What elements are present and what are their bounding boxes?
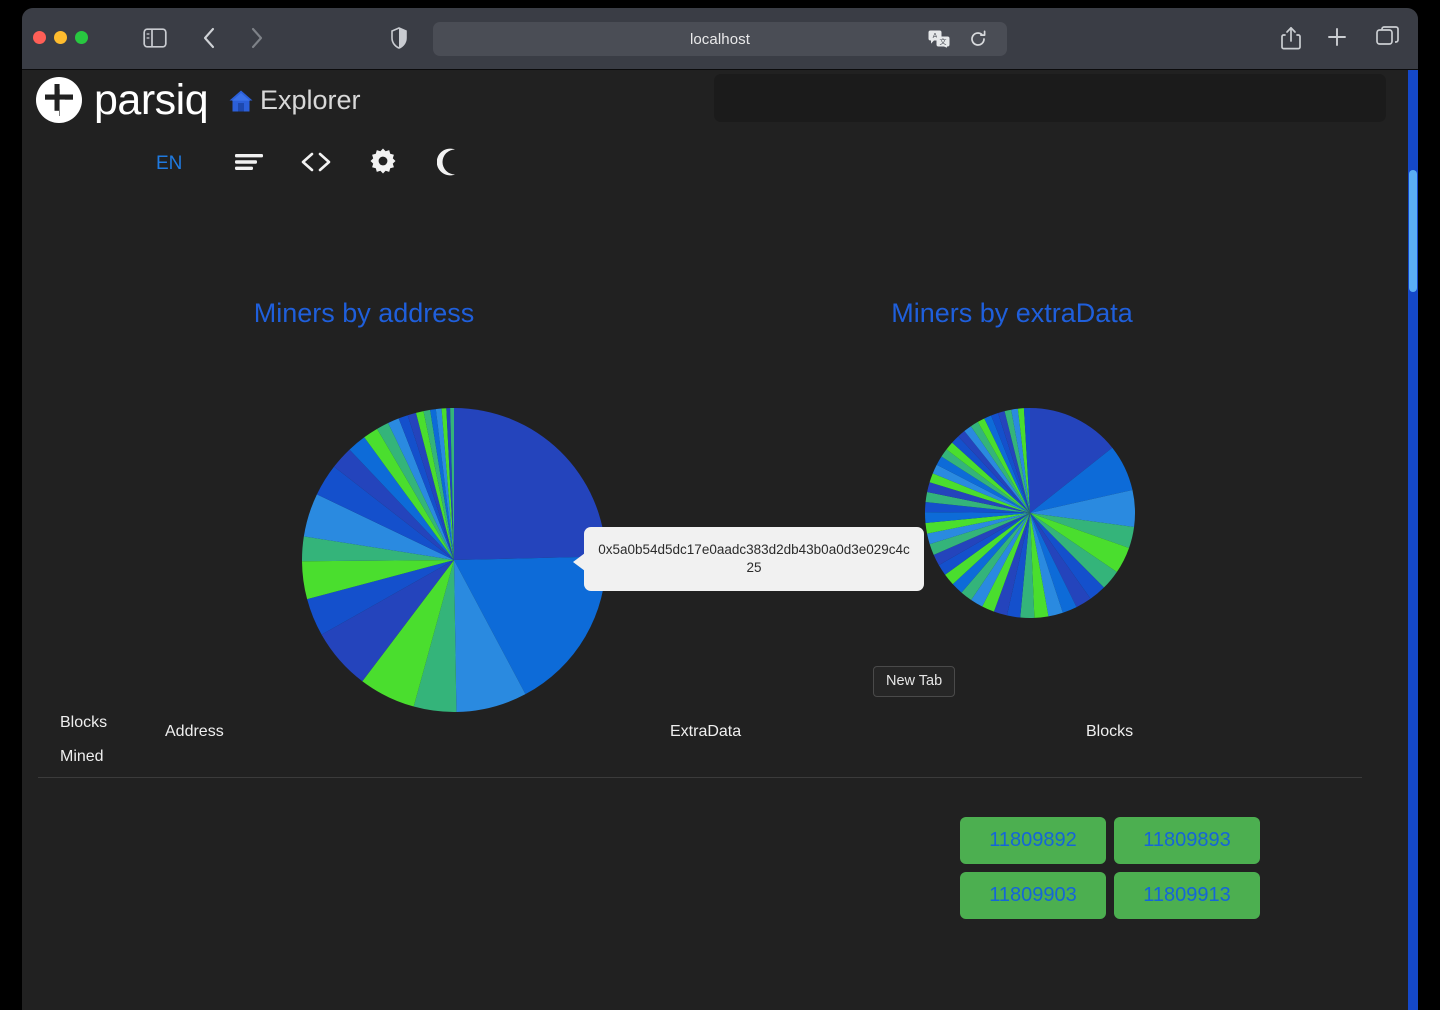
svg-text:文: 文 (940, 37, 947, 46)
block-chip-grid: 11809892 11809893 11809903 11809913 (960, 817, 1274, 919)
site-header: parsiq Explorer (22, 70, 1418, 132)
back-chevron-icon[interactable] (202, 27, 216, 54)
moon-icon[interactable] (436, 148, 463, 181)
block-chip[interactable]: 11809903 (960, 872, 1106, 919)
share-icon[interactable] (1281, 26, 1301, 55)
gear-icon[interactable] (369, 148, 397, 181)
miners-table: Blocks Mined Address ExtraData Blocks 11… (22, 695, 1418, 919)
block-chip[interactable]: 11809893 (1114, 817, 1260, 864)
chart-title-miners-by-address: Miners by address (253, 298, 475, 328)
new-tab-tooltip-text: New Tab (886, 673, 943, 689)
chart-title-miners-by-extradata: Miners by extraData (891, 298, 1133, 328)
block-chip-label: 11809903 (989, 884, 1077, 906)
explorer-label: Explorer (260, 85, 361, 115)
browser-window: localhost A 文 parsiq Explorer EN Miners … (22, 8, 1418, 1010)
code-brackets-icon[interactable] (300, 151, 332, 178)
page-viewport: parsiq Explorer EN Miners by address Min… (22, 70, 1418, 1010)
maximize-window-button[interactable] (75, 31, 88, 44)
reload-icon[interactable] (969, 30, 987, 53)
block-chip[interactable]: 11809892 (960, 817, 1106, 864)
tooltip-arrow (573, 553, 585, 571)
new-tab-tooltip: New Tab (873, 666, 956, 697)
explorer-link[interactable]: Explorer (228, 85, 361, 116)
block-chip-label: 11809893 (1143, 829, 1231, 851)
brand-name: parsiq (94, 76, 209, 124)
translate-icon[interactable]: A 文 (928, 30, 950, 53)
language-toggle[interactable]: EN (156, 153, 182, 175)
table-header-row: Blocks Mined Address ExtraData Blocks (22, 695, 1418, 778)
menu-lines-icon[interactable] (234, 151, 264, 178)
plus-icon[interactable] (1326, 26, 1348, 53)
house-icon (229, 90, 253, 111)
block-chip-label: 11809892 (989, 829, 1077, 851)
browser-toolbar: localhost A 文 (22, 8, 1418, 70)
address-bar[interactable]: localhost A 文 (433, 22, 1007, 56)
column-header-extradata: ExtraData (670, 723, 742, 740)
forward-chevron-icon[interactable] (250, 27, 264, 54)
address-bar-text: localhost (689, 30, 751, 48)
page-scrollbar-thumb[interactable] (1409, 170, 1417, 292)
column-header-blocks: Blocks (1086, 723, 1134, 740)
column-header-address: Address (165, 723, 224, 740)
column-header-blocks-mined: Blocks Mined (60, 714, 108, 765)
pie-slice-tooltip-text: 0x5a0b54d5dc17e0aadc383d2db43b0a0d3e029c… (598, 542, 910, 575)
tab-overview-icon[interactable] (1376, 26, 1400, 53)
shield-icon[interactable] (391, 27, 407, 54)
block-chip[interactable]: 11809913 (1114, 872, 1260, 919)
site-nav-row: EN (22, 138, 1418, 190)
parsiq-logo-icon (36, 77, 82, 123)
block-chip-label: 11809913 (1143, 884, 1231, 906)
page-scrollbar[interactable] (1408, 70, 1418, 1010)
close-window-button[interactable] (33, 31, 46, 44)
table-divider (38, 777, 1362, 778)
pie-slice-tooltip: 0x5a0b54d5dc17e0aadc383d2db43b0a0d3e029c… (573, 527, 924, 591)
header-panel (714, 74, 1386, 122)
brand-logo-group[interactable]: parsiq (36, 76, 209, 124)
pie-chart-miners-by-extradata[interactable] (925, 408, 1139, 622)
sidebar-icon[interactable] (143, 28, 167, 53)
window-traffic-lights (33, 31, 88, 44)
pie-chart-miners-by-address[interactable] (302, 408, 612, 718)
minimize-window-button[interactable] (54, 31, 67, 44)
